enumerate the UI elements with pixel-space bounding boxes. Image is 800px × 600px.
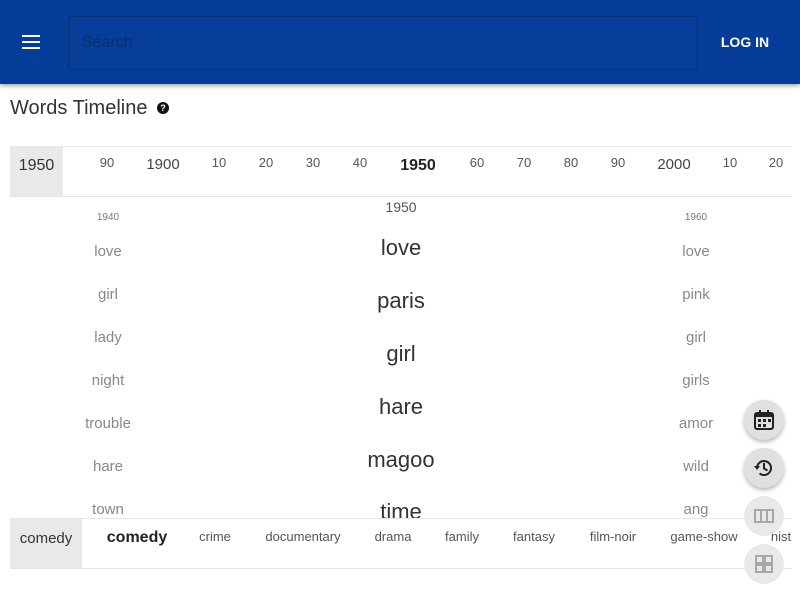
app-bar: LOG IN: [0, 0, 800, 84]
column-year-center: 1950: [385, 199, 417, 215]
year-tick[interactable]: 20: [769, 155, 783, 170]
help-icon[interactable]: ?: [157, 102, 169, 114]
history-button[interactable]: [744, 448, 784, 488]
year-tick[interactable]: 40: [353, 155, 367, 170]
word-item[interactable]: lady: [94, 329, 122, 346]
year-tick[interactable]: 2000: [657, 156, 690, 173]
genre-tab[interactable]: documentary: [265, 529, 340, 544]
year-tick[interactable]: 90: [100, 155, 114, 170]
year-tick[interactable]: 10: [723, 155, 737, 170]
word-item[interactable]: love: [94, 243, 122, 260]
word-item[interactable]: love: [381, 235, 421, 261]
word-item[interactable]: trouble: [85, 415, 131, 432]
genre-tab[interactable]: game-show: [670, 529, 737, 544]
year-tick[interactable]: 90: [611, 155, 625, 170]
genre-tab[interactable]: crime: [199, 529, 231, 544]
word-item[interactable]: girl: [686, 329, 706, 346]
column-year-right: 1960: [684, 212, 708, 223]
grid-view-button[interactable]: [744, 544, 784, 584]
word-item[interactable]: paris: [377, 288, 425, 314]
genre-tab[interactable]: fantasy: [513, 529, 555, 544]
word-item[interactable]: hare: [379, 394, 423, 420]
year-tick[interactable]: 1900: [146, 156, 179, 173]
current-genre-label: comedy: [10, 519, 82, 568]
grid-icon: [755, 555, 773, 573]
genre-navigation: comedy comedy crime documentary drama fa…: [10, 518, 792, 569]
word-item[interactable]: girls: [682, 372, 710, 389]
word-item[interactable]: hare: [93, 458, 123, 475]
word-item[interactable]: wild: [683, 458, 709, 475]
word-item[interactable]: time: [380, 499, 422, 518]
menu-icon: [22, 35, 40, 37]
history-icon: [754, 460, 772, 477]
word-item[interactable]: pink: [682, 286, 710, 303]
genre-tab-selected[interactable]: comedy: [107, 529, 167, 547]
login-button[interactable]: LOG IN: [715, 30, 775, 54]
year-tick[interactable]: 10: [212, 155, 226, 170]
year-tick[interactable]: 30: [306, 155, 320, 170]
calendar-button[interactable]: [744, 400, 784, 440]
year-tick[interactable]: 80: [564, 155, 578, 170]
genre-tab[interactable]: family: [445, 529, 479, 544]
word-item[interactable]: love: [682, 243, 710, 260]
year-tick[interactable]: 60: [470, 155, 484, 170]
word-item[interactable]: magoo: [367, 447, 434, 473]
word-item[interactable]: girl: [386, 341, 415, 367]
word-item[interactable]: amor: [679, 415, 713, 432]
column-view-button[interactable]: [744, 496, 784, 536]
current-year-label: 1950: [10, 147, 63, 196]
word-item[interactable]: girl: [98, 286, 118, 303]
genre-tab[interactable]: drama: [375, 529, 412, 544]
view-column-icon: [754, 509, 774, 523]
page-title: Words Timeline: [10, 97, 148, 119]
word-item[interactable]: ang: [683, 501, 708, 518]
search-input[interactable]: [68, 16, 698, 70]
year-tick-selected[interactable]: 1950: [400, 157, 436, 175]
menu-button[interactable]: [18, 28, 46, 56]
word-item[interactable]: town: [92, 501, 124, 518]
word-item[interactable]: night: [92, 372, 125, 389]
year-tick[interactable]: 70: [517, 155, 531, 170]
year-navigation: 1950 90 1900 10 20 30 40 1950 60 70 80 9…: [10, 146, 792, 197]
year-tick[interactable]: 20: [259, 155, 273, 170]
genre-tab[interactable]: film-noir: [590, 529, 636, 544]
words-timeline: 1940 love girl lady night trouble hare t…: [0, 196, 800, 518]
calendar-icon: [754, 410, 774, 430]
column-year-left: 1940: [96, 212, 120, 223]
